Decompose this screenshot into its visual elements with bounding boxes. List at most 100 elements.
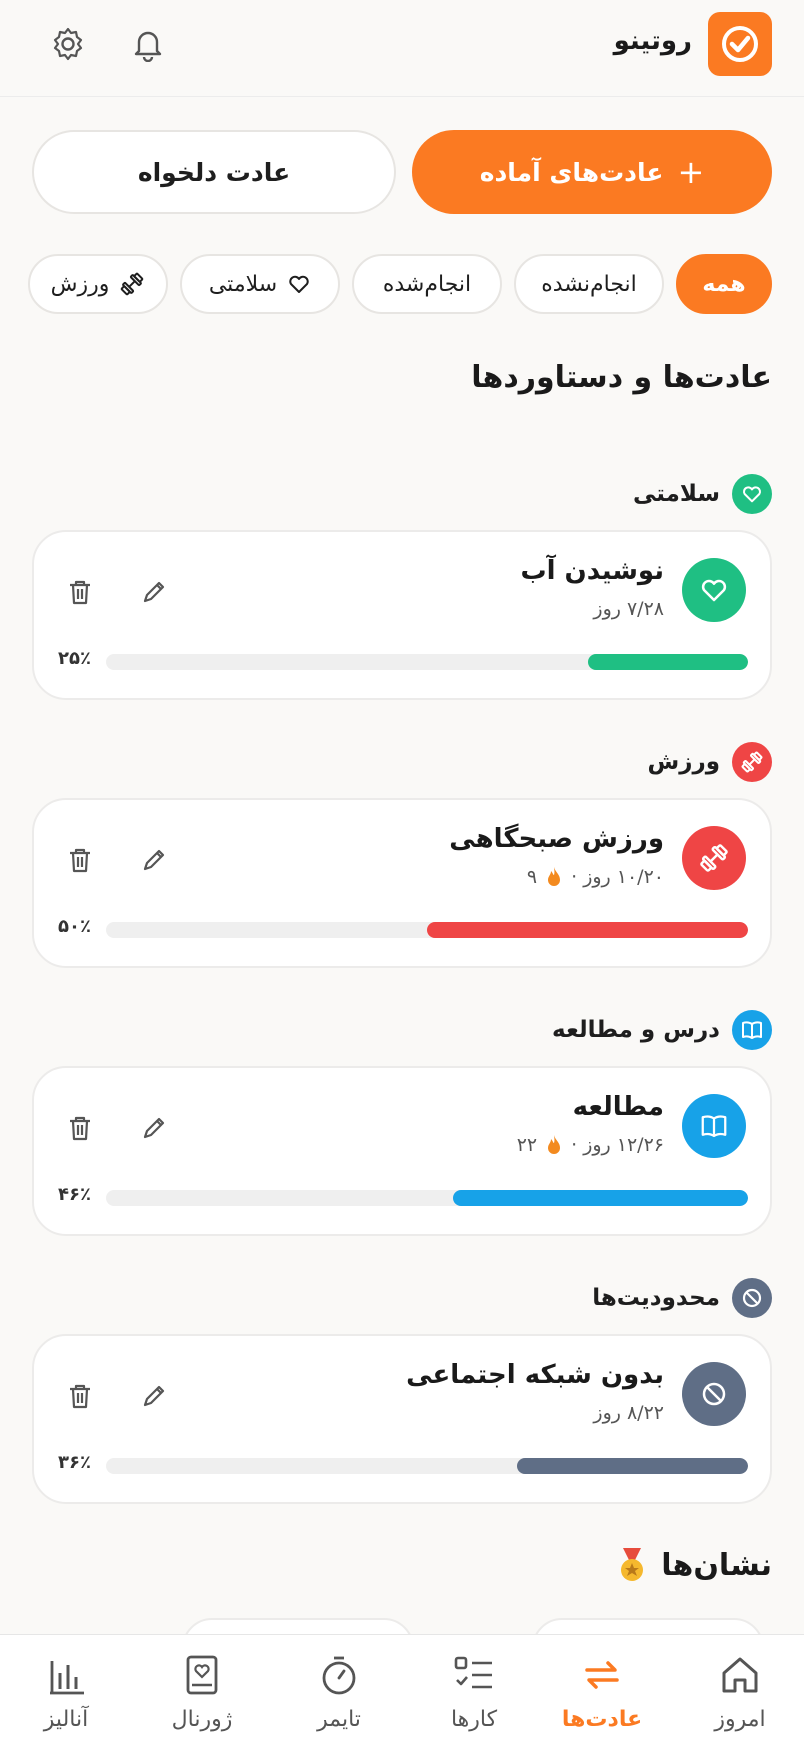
category-study: درس و مطالعه xyxy=(552,1010,772,1050)
habit-days: ۷/۲۸ روز xyxy=(593,598,664,620)
category-limits: محدودیت‌ها xyxy=(592,1278,772,1318)
pencil-icon xyxy=(143,1385,165,1407)
habit-name: بدون شبکه اجتماعی xyxy=(406,1360,664,1390)
nav-label: امروز xyxy=(714,1707,766,1732)
badges-title: نشان‌ها xyxy=(615,1546,772,1584)
checklist-icon xyxy=(450,1651,498,1699)
edit-button[interactable] xyxy=(134,1108,174,1148)
category-dot xyxy=(732,1010,772,1050)
nav-today[interactable]: امروز xyxy=(680,1651,800,1732)
heart-icon xyxy=(701,579,727,602)
nav-label: آنالیز xyxy=(43,1707,89,1732)
section-title: عادت‌ها و دستاوردها xyxy=(471,360,772,395)
delete-button[interactable] xyxy=(60,1108,100,1148)
progress-bar xyxy=(106,1458,748,1474)
filter-label: انجام‌نشده xyxy=(541,271,637,297)
progress-fill xyxy=(427,922,748,938)
category-name: درس و مطالعه xyxy=(552,1017,720,1043)
app-logo xyxy=(708,12,772,76)
filter-label: همه xyxy=(702,271,746,297)
category-name: سلامتی xyxy=(633,481,720,507)
journal-icon xyxy=(178,1651,226,1699)
filter-label: انجام‌شده xyxy=(382,271,472,297)
filter-label: ورزش xyxy=(50,271,110,297)
bell-icon xyxy=(134,31,162,62)
habit-meta: ۸/۲۲ روز xyxy=(593,1402,664,1424)
streak-count: ۲۲ xyxy=(516,1134,538,1156)
stopwatch-icon xyxy=(315,1651,363,1699)
nav-label: ژورنال xyxy=(171,1707,233,1732)
nav-habits[interactable]: عادت‌ها xyxy=(542,1651,662,1732)
ban-icon xyxy=(742,1288,762,1308)
trash-icon xyxy=(70,1384,90,1409)
heart-icon xyxy=(289,275,309,293)
delete-button[interactable] xyxy=(60,840,100,880)
app-header: روتینو xyxy=(0,0,804,97)
trash-icon xyxy=(70,1116,90,1141)
category-dot xyxy=(732,1278,772,1318)
nav-journal[interactable]: ژورنال xyxy=(142,1651,262,1732)
settings-button[interactable] xyxy=(46,22,90,66)
category-dot xyxy=(732,742,772,782)
habit-name: ورزش صبحگاهی xyxy=(449,824,664,854)
habit-icon xyxy=(682,558,746,622)
progress-percent: ۴۶٪ xyxy=(58,1184,91,1205)
dumbbell-icon xyxy=(121,272,144,296)
filter-health[interactable]: سلامتی xyxy=(180,254,340,314)
habit-days: ۸/۲۲ روز xyxy=(593,1402,664,1424)
habit-card[interactable]: ورزش صبحگاهی ۱۰/۲۰ روز · ۹ ۵۰٪ xyxy=(32,798,772,968)
streak-count: ۹ xyxy=(526,866,538,888)
filter-all[interactable]: همه xyxy=(676,254,772,314)
filter-chips: همه انجام‌نشده انجام‌شده سلامتی ورزش xyxy=(0,254,772,316)
filter-sport[interactable]: ورزش xyxy=(28,254,168,314)
dumbbell-icon xyxy=(700,844,728,872)
habit-card[interactable]: بدون شبکه اجتماعی ۸/۲۲ روز ۳۶٪ xyxy=(32,1334,772,1504)
delete-button[interactable] xyxy=(60,1376,100,1416)
filter-not-done[interactable]: انجام‌نشده xyxy=(514,254,664,314)
heart-icon xyxy=(743,486,761,503)
ready-habits-button[interactable]: + عادت‌های آماده xyxy=(412,130,772,214)
bottom-nav: امروز عادت‌ها کارها تایمر ژورنال آنالیز xyxy=(0,1634,804,1748)
nav-label: تایمر xyxy=(317,1707,361,1732)
delete-button[interactable] xyxy=(60,572,100,612)
progress-percent: ۳۶٪ xyxy=(58,1452,91,1473)
category-health: سلامتی xyxy=(633,474,772,514)
badges-title-text: نشان‌ها xyxy=(661,1547,772,1583)
chart-icon xyxy=(42,1651,90,1699)
habit-days: ۱۲/۲۶ روز · xyxy=(571,1134,664,1156)
habit-icon xyxy=(682,826,746,890)
custom-habit-button[interactable]: عادت دلخواه xyxy=(32,130,396,214)
ready-habits-label: عادت‌های آماده xyxy=(479,157,664,187)
edit-button[interactable] xyxy=(134,840,174,880)
nav-label: کارها xyxy=(450,1707,498,1732)
habit-meta: ۷/۲۸ روز xyxy=(593,598,664,620)
category-dot xyxy=(732,474,772,514)
repeat-icon xyxy=(578,1651,626,1699)
progress-bar xyxy=(106,1190,748,1206)
nav-analytics[interactable]: آنالیز xyxy=(6,1651,126,1732)
dumbbell-icon xyxy=(741,751,763,773)
edit-button[interactable] xyxy=(134,1376,174,1416)
nav-timer[interactable]: تایمر xyxy=(279,1651,399,1732)
habit-card[interactable]: نوشیدن آب ۷/۲۸ روز ۲۵٪ xyxy=(32,530,772,700)
flame-icon xyxy=(548,867,561,886)
app-title: روتینو xyxy=(613,26,692,56)
category-name: محدودیت‌ها xyxy=(592,1285,720,1311)
custom-habit-label: عادت دلخواه xyxy=(137,157,291,187)
filter-label: سلامتی xyxy=(208,271,278,297)
nav-tasks-item[interactable]: کارها xyxy=(414,1651,534,1732)
flame-icon xyxy=(548,1135,561,1154)
trash-icon xyxy=(70,848,90,873)
notifications-button[interactable] xyxy=(126,22,170,66)
filter-done[interactable]: انجام‌شده xyxy=(352,254,502,314)
progress-bar xyxy=(106,922,748,938)
progress-fill xyxy=(587,654,748,670)
nav-label: عادت‌ها xyxy=(561,1707,643,1732)
pencil-icon xyxy=(143,849,165,871)
category-sport: ورزش xyxy=(647,742,772,782)
trash-icon xyxy=(70,580,90,605)
habit-card[interactable]: مطالعه ۱۲/۲۶ روز · ۲۲ ۴۶٪ xyxy=(32,1066,772,1236)
edit-button[interactable] xyxy=(134,572,174,612)
book-icon xyxy=(742,1021,762,1039)
habit-name: مطالعه xyxy=(572,1092,664,1122)
